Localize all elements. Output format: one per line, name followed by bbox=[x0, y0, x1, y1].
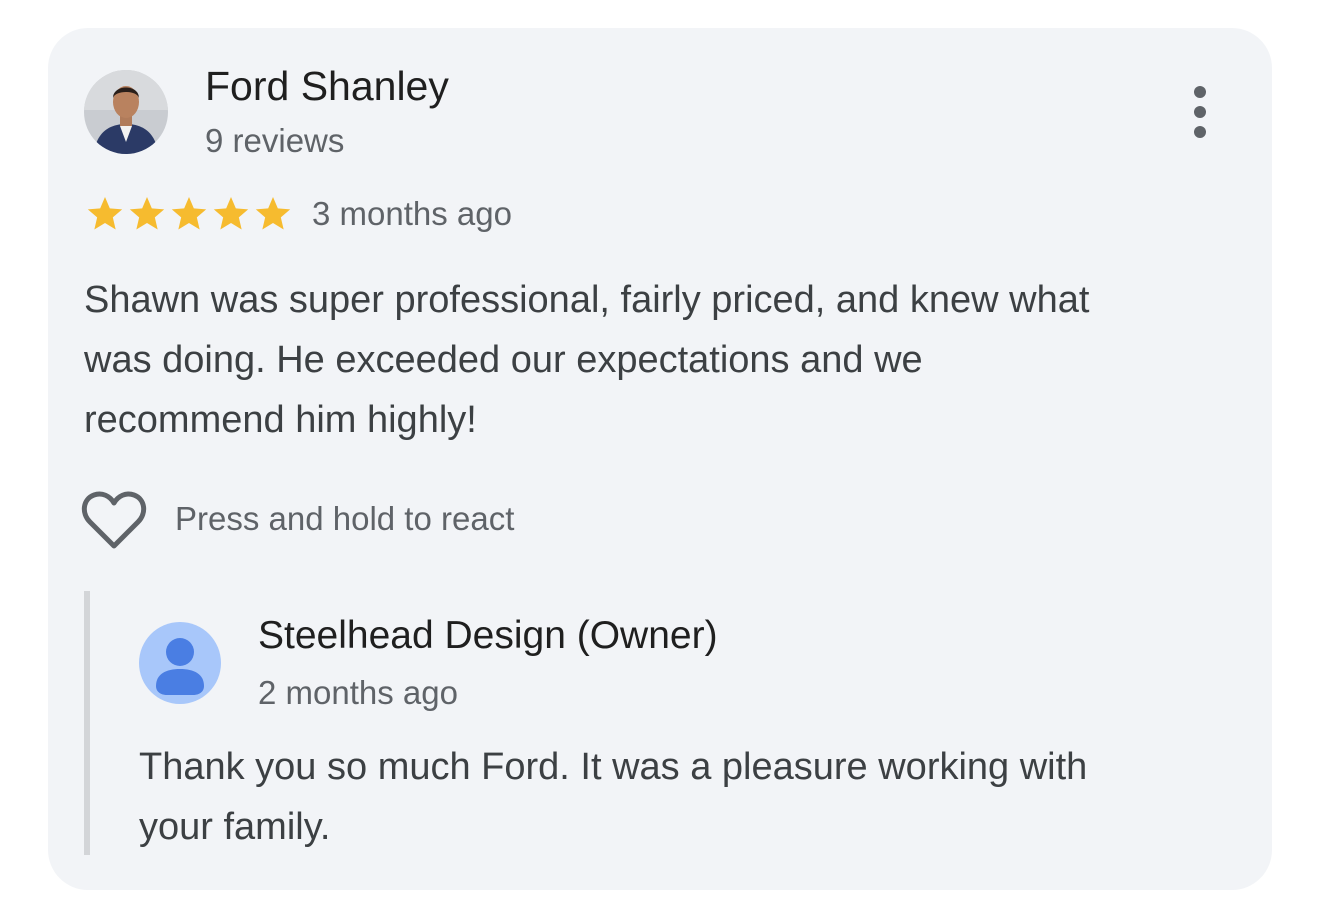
reply-text: Thank you so much Ford. It was a pleasur… bbox=[139, 737, 1239, 857]
owner-avatar[interactable] bbox=[139, 622, 221, 704]
reply-text-line: Thank you so much Ford. It was a pleasur… bbox=[139, 746, 1088, 788]
review-text-line: Shawn was super professional, fairly pri… bbox=[84, 279, 1090, 321]
more-options-button[interactable] bbox=[1180, 84, 1220, 140]
reply-time: 2 months ago bbox=[258, 674, 458, 711]
default-person-icon bbox=[139, 622, 221, 704]
heart-outline-icon bbox=[81, 491, 147, 549]
star-rating bbox=[84, 194, 294, 234]
reply-indent-bar bbox=[84, 591, 90, 855]
star-icon bbox=[255, 197, 291, 230]
reviewer-name[interactable]: Ford Shanley bbox=[205, 60, 449, 112]
star-icon bbox=[171, 197, 207, 230]
review-count: 9 reviews bbox=[205, 122, 345, 159]
star-icon bbox=[213, 197, 249, 230]
review-time: 3 months ago bbox=[312, 195, 512, 232]
reviewer-avatar[interactable] bbox=[84, 70, 168, 154]
react-button[interactable] bbox=[80, 488, 148, 552]
review-text-line: was doing. He exceeded our expectations … bbox=[84, 339, 923, 381]
review-text-line: recommend him highly! bbox=[84, 399, 477, 441]
review-text: Shawn was super professional, fairly pri… bbox=[84, 270, 1234, 450]
react-hint-label: Press and hold to react bbox=[175, 500, 515, 537]
owner-name: Steelhead Design (Owner) bbox=[258, 614, 718, 657]
more-vert-icon bbox=[1194, 86, 1206, 138]
reply-text-line: your family. bbox=[139, 806, 331, 848]
star-icon bbox=[87, 197, 123, 230]
star-icon bbox=[129, 197, 165, 230]
